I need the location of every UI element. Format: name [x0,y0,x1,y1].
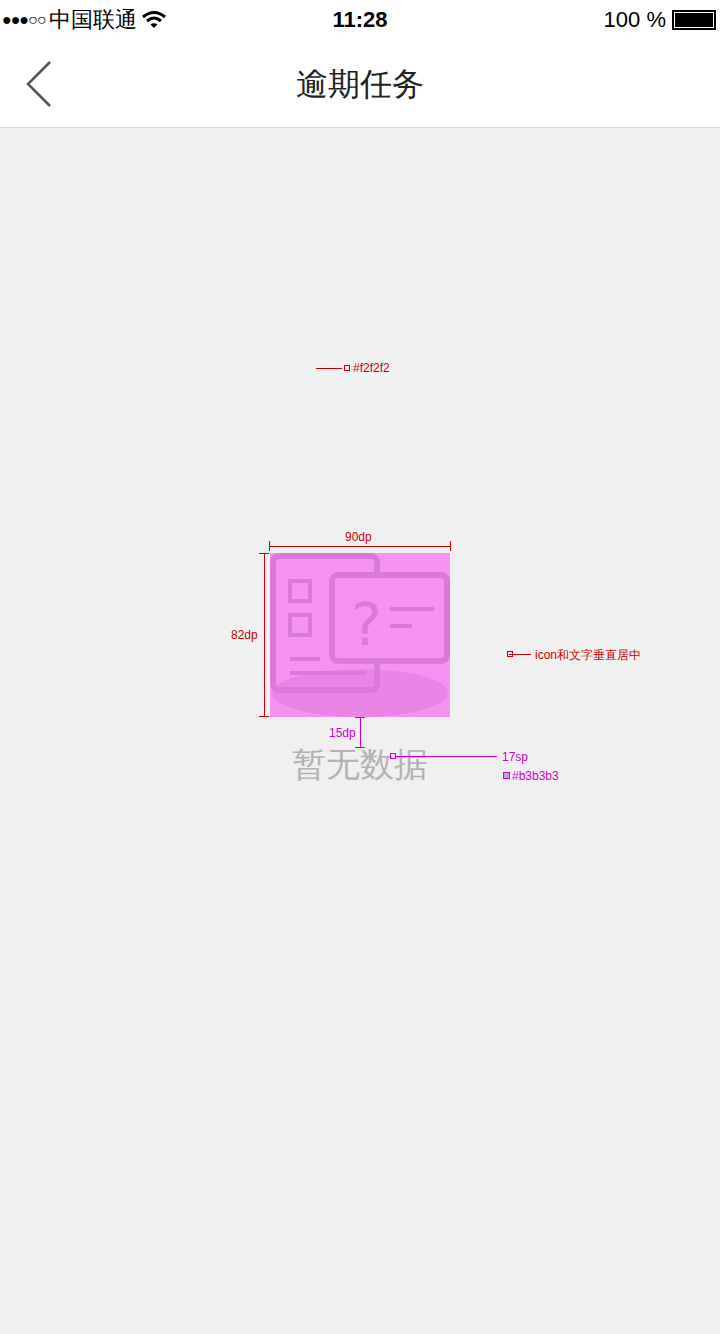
page: ●●●○○ 中国联通 11:28 100 % 逾期任务 [0,0,720,1334]
dimension-tick [450,541,451,551]
dimension-tick [259,716,269,717]
dimension-tick [355,747,365,748]
alignment-annotation: icon和文字垂直居中 [535,648,641,662]
annotation-marker [344,365,350,371]
carrier: 中国联通 [49,9,137,31]
nav-bar: 逾期任务 [0,40,720,128]
empty-state: ? 暂无数据 [0,128,720,781]
signal-indicator: ●●●○○ [2,8,45,32]
width-annotation: 90dp [345,530,372,544]
battery-fill [675,13,713,27]
clock: 11:28 [332,9,387,31]
annotation-marker [507,651,513,657]
color-annotation: #b3b3b3 [512,769,559,783]
back-icon[interactable] [24,60,54,108]
empty-message: 暂无数据 [292,747,428,781]
page-title: 逾期任务 [296,68,424,100]
battery-percent: 100 % [604,9,666,31]
dimension-line [360,717,361,748]
question-glyph: ? [351,591,382,659]
dimension-line [264,553,265,717]
status-bar: ●●●○○ 中国联通 11:28 100 % [0,0,720,40]
annotation-marker [390,753,396,759]
spacing-annotation: 15dp [329,726,356,740]
annotation-line [396,756,497,757]
wifi-icon [141,10,167,30]
color-swatch [503,772,510,779]
dimension-line [269,546,451,547]
annotation-line [316,368,342,369]
height-annotation: 82dp [231,628,258,642]
dimension-tick [355,717,365,718]
background-annotation: #f2f2f2 [353,361,390,375]
font-size-annotation: 17sp [502,750,528,764]
dimension-tick [269,541,270,551]
battery-icon [672,10,716,30]
empty-task-icon: ? [270,553,450,717]
dimension-tick [259,553,269,554]
